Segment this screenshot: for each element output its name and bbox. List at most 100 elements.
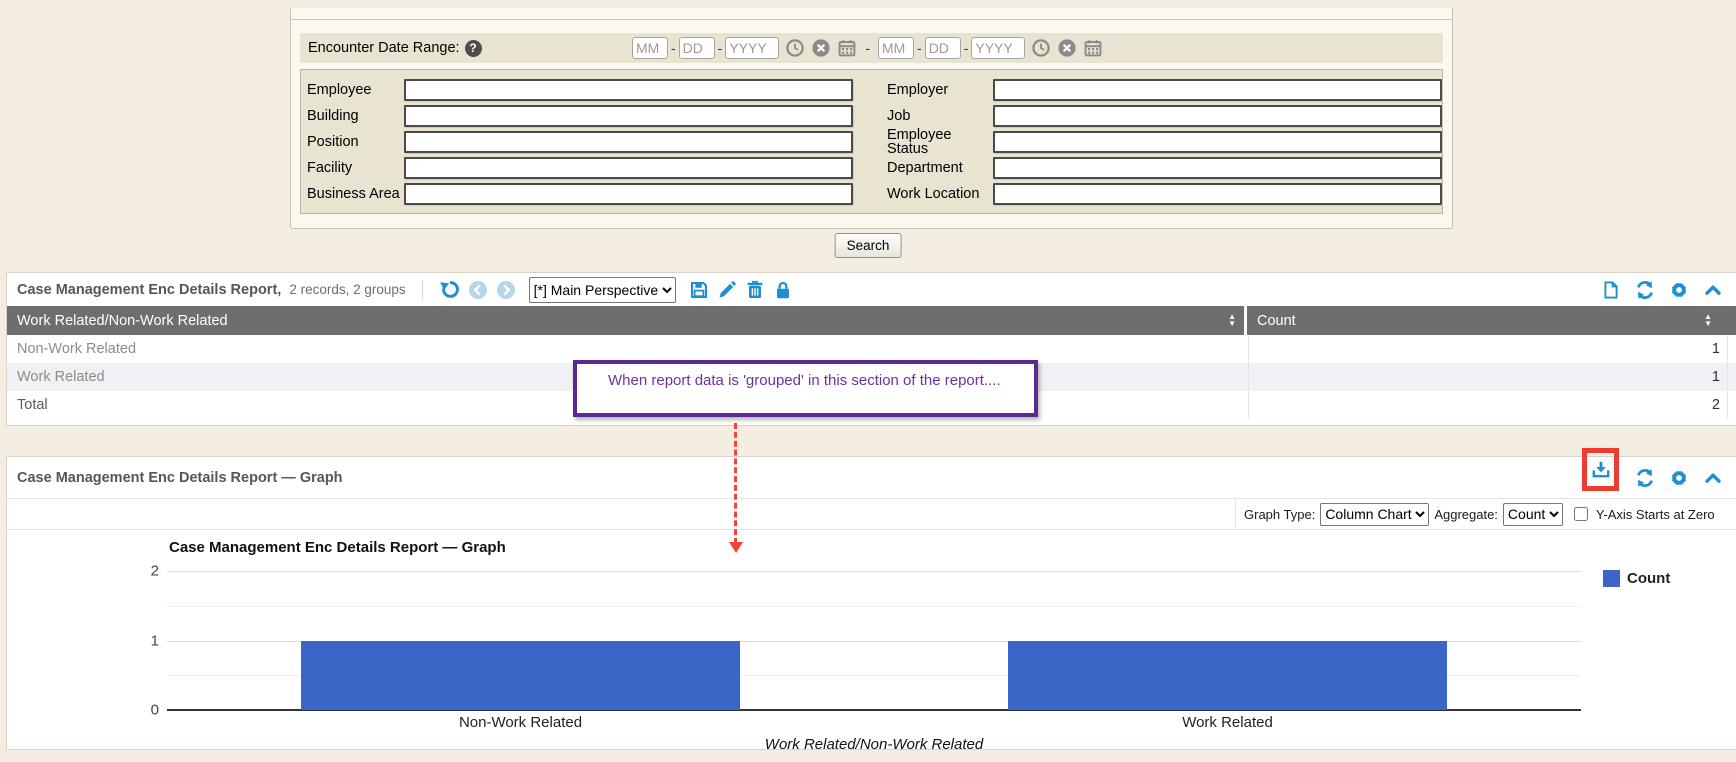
annotation-arrow-head — [729, 542, 743, 553]
collapse-icon[interactable] — [1702, 279, 1724, 301]
employee-input[interactable] — [404, 79, 853, 101]
field-row-employee-status: Employee Status — [887, 130, 1442, 153]
field-row-facility: Facility — [307, 156, 853, 179]
end-day-input[interactable] — [925, 37, 961, 59]
settings-icon[interactable] — [1668, 467, 1690, 489]
field-row-building: Building — [307, 104, 853, 127]
date-separator: - — [718, 40, 723, 56]
toolbar-divider — [422, 280, 423, 300]
field-row-employee: Employee — [307, 78, 853, 101]
department-input[interactable] — [993, 157, 1442, 179]
new-document-icon[interactable] — [1600, 279, 1622, 301]
gridline — [167, 571, 1581, 572]
end-month-input[interactable] — [878, 37, 914, 59]
end-year-input[interactable] — [971, 37, 1025, 59]
work-location-input[interactable] — [993, 183, 1442, 205]
report-toolbar: Case Management Enc Details Report, 2 re… — [7, 273, 1736, 306]
help-icon[interactable]: ? — [465, 40, 482, 57]
start-year-input[interactable] — [725, 37, 779, 59]
start-day-input[interactable] — [679, 37, 715, 59]
field-row-job: Job — [887, 104, 1442, 127]
clear-icon[interactable] — [1057, 38, 1077, 58]
report-record-count: 2 records, 2 groups — [289, 282, 405, 297]
building-input[interactable] — [404, 105, 853, 127]
aggregate-select[interactable]: Count — [1503, 503, 1563, 526]
column-header-count[interactable]: Count ▲▼ — [1247, 306, 1736, 335]
count-cell: 1 — [1249, 341, 1736, 357]
chart-legend: Count — [1599, 570, 1678, 587]
search-button[interactable]: Search — [835, 233, 902, 258]
annotation-arrow-line — [734, 423, 737, 544]
collapse-icon[interactable] — [1702, 467, 1724, 489]
legend-swatch — [1603, 570, 1620, 587]
field-row-work-location: Work Location — [887, 182, 1442, 205]
date-separator: - — [917, 40, 922, 56]
settings-icon[interactable] — [1668, 279, 1690, 301]
search-fields-box: Employee Building Position Facility Business… — [300, 69, 1443, 214]
calendar-icon[interactable] — [1083, 38, 1103, 58]
position-input[interactable] — [404, 131, 853, 153]
date-inputs-group: - - - - - — [632, 37, 1103, 59]
chart-title: Case Management Enc Details Report — Gra… — [169, 539, 506, 556]
refresh-icon[interactable] — [1634, 279, 1656, 301]
employee-status-input[interactable] — [993, 131, 1442, 153]
clock-icon[interactable] — [1031, 38, 1051, 58]
next-icon[interactable] — [495, 279, 517, 301]
encounter-date-range-row: Encounter Date Range: ? - - - - — [300, 33, 1443, 63]
page: Case Management Enc Details Report Encou… — [0, 0, 1736, 762]
refresh-icon[interactable] — [1634, 467, 1656, 489]
date-range-end: - - — [878, 37, 1103, 59]
field-row-department: Department — [887, 156, 1442, 179]
lock-icon[interactable] — [772, 279, 794, 301]
business-area-input[interactable] — [404, 183, 853, 205]
graph-type-label: Graph Type: — [1244, 507, 1315, 522]
clear-icon[interactable] — [811, 38, 831, 58]
graph-panel-header: Case Management Enc Details Report — Gra… — [7, 457, 1736, 499]
graph-controls: Graph Type: Column Chart Aggregate: Coun… — [1236, 499, 1736, 529]
edit-icon[interactable] — [716, 279, 738, 301]
graph-panel-actions — [1582, 456, 1726, 499]
chart-plot-area: 012Non-Work RelatedWork Related — [167, 571, 1581, 710]
facility-input[interactable] — [404, 157, 853, 179]
field-label-facility: Facility — [307, 161, 404, 175]
field-label-employee: Employee — [307, 83, 404, 97]
category-label-non-work-related: Non-Work Related — [167, 714, 874, 731]
field-label-employer: Employer — [887, 83, 993, 97]
fields-column-left: Employee Building Position Facility Business… — [307, 78, 853, 205]
field-label-position: Position — [307, 135, 404, 149]
column-header-label: Work Related/Non-Work Related — [17, 313, 228, 329]
sort-icon[interactable]: ▲▼ — [1228, 314, 1236, 327]
graph-type-select[interactable]: Column Chart — [1320, 503, 1429, 526]
legend-divider-line — [291, 19, 1452, 20]
save-icon[interactable] — [688, 279, 710, 301]
sort-icon[interactable]: ▲▼ — [1704, 314, 1712, 327]
category-label-work-related: Work Related — [874, 714, 1581, 731]
field-row-employer: Employer — [887, 78, 1442, 101]
download-icon[interactable] — [1590, 459, 1612, 481]
y-axis-tick: 2 — [131, 563, 159, 580]
delete-icon[interactable] — [744, 279, 766, 301]
report-panel-actions — [1600, 279, 1726, 301]
y-axis-zero-checkbox[interactable] — [1574, 507, 1588, 521]
employer-input[interactable] — [993, 79, 1442, 101]
count-cell: 2 — [1249, 397, 1736, 413]
undo-icon[interactable] — [439, 279, 461, 301]
table-header-row: Work Related/Non-Work Related ▲▼ Count ▲… — [7, 306, 1736, 335]
graph-controls-row: Graph Type: Column Chart Aggregate: Coun… — [7, 499, 1736, 530]
date-range-start: - - — [632, 37, 857, 59]
annotation-callout-box: When report data is 'grouped' in this se… — [573, 360, 1038, 417]
perspective-select[interactable]: [*] Main Perspective — [529, 277, 676, 303]
job-input[interactable] — [993, 105, 1442, 127]
annotation-highlight-box — [1582, 448, 1619, 491]
start-month-input[interactable] — [632, 37, 668, 59]
bar-non-work-related — [301, 641, 739, 711]
previous-icon[interactable] — [467, 279, 489, 301]
field-label-business-area: Business Area — [307, 187, 404, 201]
graph-controls-left-cell — [7, 499, 1236, 529]
graph-panel-title: Case Management Enc Details Report — Gra… — [17, 470, 343, 486]
column-header-work-related[interactable]: Work Related/Non-Work Related ▲▼ — [7, 306, 1247, 335]
minor-gridline — [167, 606, 1581, 607]
clock-icon[interactable] — [785, 38, 805, 58]
column-header-label: Count — [1257, 313, 1296, 329]
calendar-icon[interactable] — [837, 38, 857, 58]
